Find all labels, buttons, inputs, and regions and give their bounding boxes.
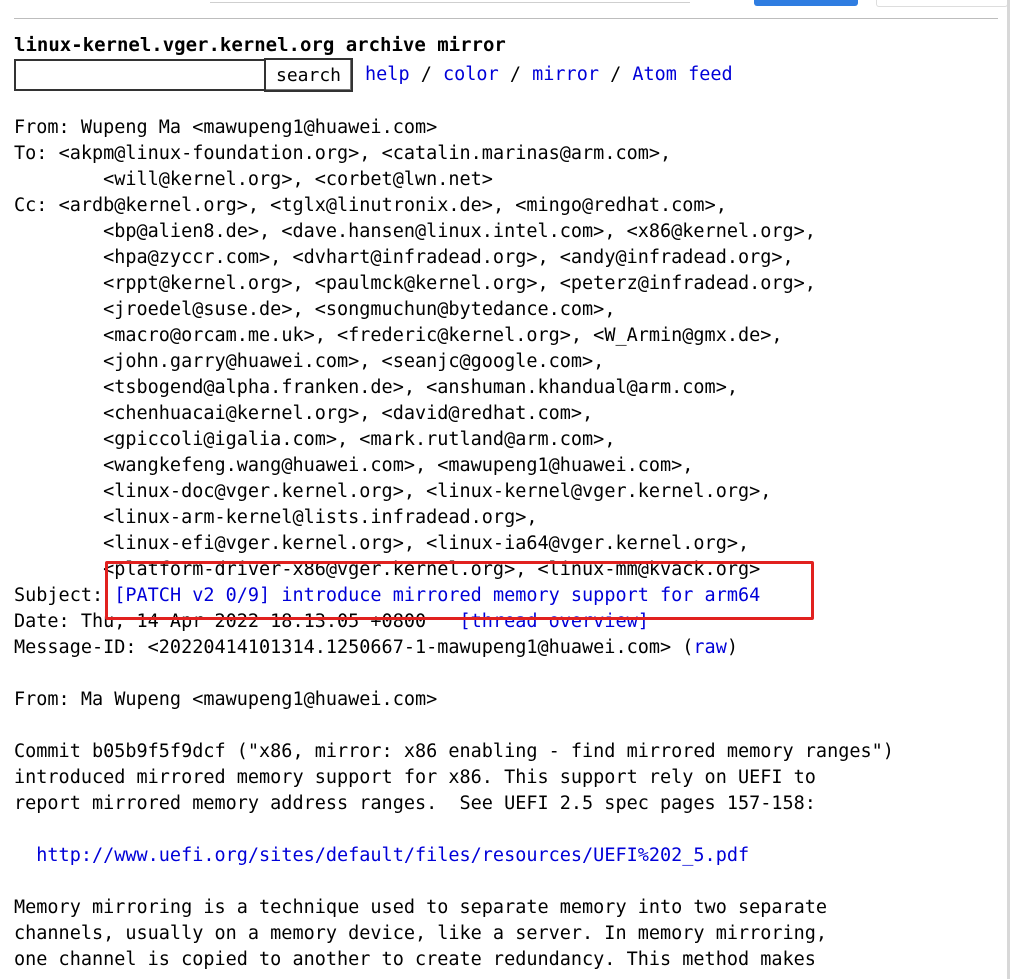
help-link[interactable]: help [365, 64, 410, 85]
atom-feed-link[interactable]: Atom feed [632, 64, 732, 85]
uefi-spec-link[interactable]: http://www.uefi.org/sites/default/files/… [36, 845, 749, 866]
from-address: <mawupeng1@huawei.com> [192, 117, 438, 138]
color-link[interactable]: color [443, 64, 499, 85]
cc-line: <ardb@kernel.org>, <tglx@linutronix.de>,… [58, 195, 727, 216]
body-line: introduced mirrored memory support for x… [14, 767, 816, 788]
nav-separator: / [409, 64, 444, 85]
to-line: <will@kernel.org>, <corbet@lwn.net> [103, 169, 493, 190]
body-line: Commit b05b9f5f9dcf ("x86, mirror: x86 e… [14, 741, 894, 762]
cc-label: Cc: [14, 195, 59, 216]
message-id-label: Message-ID: [14, 637, 148, 658]
top-divider [14, 18, 998, 19]
from-name: Wupeng Ma [80, 117, 182, 138]
cc-line: <bp@alien8.de>, <dave.hansen@linux.intel… [103, 221, 816, 242]
cc-line: <rppt@kernel.org>, <paulmck@kernel.org>,… [103, 273, 816, 294]
cc-line: <john.garry@huawei.com>, <seanjc@google.… [103, 351, 605, 372]
search-input[interactable] [14, 59, 264, 91]
mirror-link[interactable]: mirror [532, 64, 599, 85]
nav-separator: / [598, 64, 633, 85]
nav-links: help / color / mirror / Atom feed [365, 58, 733, 92]
body-line: one channel is copied to another to crea… [14, 949, 816, 970]
subject-label: Subject: [14, 585, 115, 606]
page-title: linux-kernel.vger.kernel.org archive mir… [14, 34, 506, 56]
cc-line: <platform-driver-x86@vger.kernel.org>, <… [103, 559, 761, 580]
search-button[interactable]: search [264, 58, 354, 92]
message-view: From: Wupeng Ma <mawupeng1@huawei.com> T… [14, 117, 894, 970]
message-id-value: <20220414101314.1250667-1-mawupeng1@huaw… [147, 637, 672, 658]
body-line: report mirrored memory address ranges. S… [14, 793, 816, 814]
browser-top-strip [0, 0, 1010, 8]
cc-line: <hpa@zyccr.com>, <dvhart@infradead.org>,… [103, 247, 794, 268]
cc-line: <macro@orcam.me.uk>, <frederic@kernel.or… [103, 325, 783, 346]
cc-line: <jroedel@suse.de>, <songmuchun@bytedance… [103, 299, 616, 320]
thread-overview-link[interactable]: [thread overview] [460, 611, 649, 632]
cc-line: <linux-efi@vger.kernel.org>, <linux-ia64… [103, 533, 750, 554]
from-label: From: [14, 117, 81, 138]
search-form: search help / color / mirror / Atom feed [14, 58, 733, 92]
cc-line: <gpiccoli@igalia.com>, <mark.rutland@arm… [103, 429, 616, 450]
cc-line: <wangkefeng.wang@huawei.com>, <mawupeng1… [103, 455, 694, 476]
body-from-line: From: Ma Wupeng <mawupeng1@huawei.com> [14, 689, 438, 710]
subject-link[interactable]: [PATCH v2 0/9] introduce mirrored memory… [114, 585, 760, 606]
raw-link[interactable]: raw [693, 637, 726, 658]
body-line: Memory mirroring is a technique used to … [14, 897, 828, 918]
cc-line: <chenhuacai@kernel.org>, <david@redhat.c… [103, 403, 594, 424]
browser-address-field[interactable] [210, 0, 690, 3]
nav-separator: / [498, 64, 533, 85]
browser-top-button[interactable] [754, 0, 858, 6]
cc-line: <linux-arm-kernel@lists.infradead.org>, [103, 507, 538, 528]
body-line: channels, usually on a memory device, li… [14, 923, 828, 944]
cc-line: <tsbogend@alpha.franken.de>, <anshuman.k… [103, 377, 738, 398]
to-line: <akpm@linux-foundation.org>, <catalin.ma… [58, 143, 672, 164]
cc-line: <linux-doc@vger.kernel.org>, <linux-kern… [103, 481, 772, 502]
date-label: Date: [14, 611, 81, 632]
browser-top-button-2[interactable] [876, 0, 1008, 7]
date-value: Thu, 14 Apr 2022 18:13:05 +0800 [80, 611, 427, 632]
to-label: To: [14, 143, 59, 164]
